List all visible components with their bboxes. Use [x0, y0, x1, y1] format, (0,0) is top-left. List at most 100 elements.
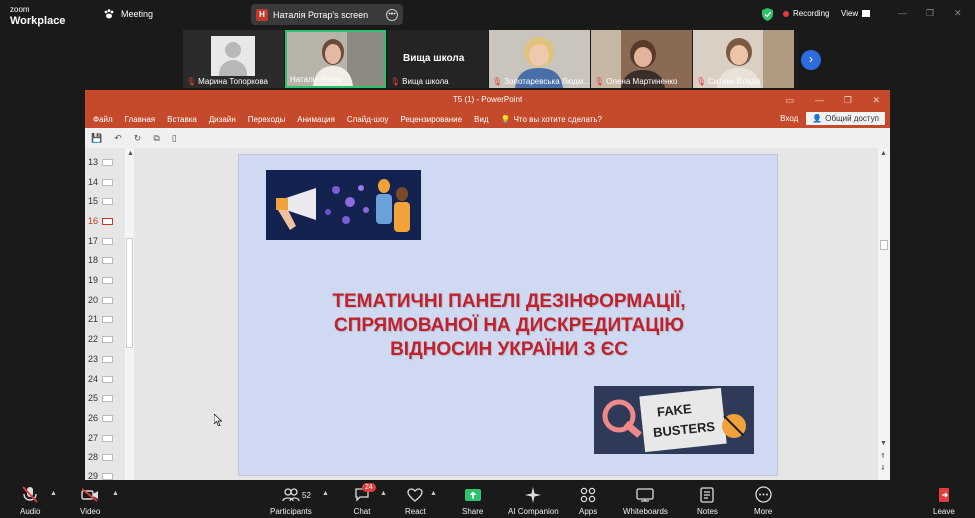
lightbulb-icon: 💡: [500, 114, 511, 124]
slide-thumbnail[interactable]: 18: [88, 254, 114, 266]
leave-button[interactable]: Leave: [933, 486, 955, 516]
audio-options-chevron-icon[interactable]: ▲: [50, 490, 57, 497]
slide-thumbnail[interactable]: 13: [88, 156, 114, 168]
tab-animations[interactable]: Анимация: [297, 115, 335, 124]
participant-name-display: Вища школа: [403, 53, 465, 64]
security-shield-icon[interactable]: [762, 8, 773, 21]
screen-share-label: Наталія Ротар's screen: [273, 9, 369, 20]
ppt-title-bar: Т5 (1) - PowerPoint ▭ — ❐ ✕: [85, 90, 890, 110]
participant-tile[interactable]: 🎙 Золотаревська Людм...: [489, 30, 590, 88]
slide-scrollbar[interactable]: ▲ ▼ ⇑ ⇓: [878, 148, 890, 480]
restore-button[interactable]: ❐: [926, 8, 934, 19]
scroll-up-icon[interactable]: ▲: [880, 150, 887, 157]
ppt-restore-button[interactable]: ❐: [844, 90, 852, 110]
new-document-icon[interactable]: ▯: [172, 133, 177, 144]
slideshow-from-start-icon[interactable]: ⧉: [153, 133, 159, 144]
apps-button[interactable]: Apps: [579, 486, 597, 516]
slide-thumbnail[interactable]: 24: [88, 373, 114, 385]
ribbon-display-icon[interactable]: ▭: [785, 90, 794, 110]
slide-thumbnail[interactable]: 21: [88, 313, 114, 325]
slide-title[interactable]: ТЕМАТИЧНІ ПАНЕЛІ ДЕЗІНФОРМАЦІЇ, СПРЯМОВА…: [279, 290, 739, 362]
participant-tile-active-speaker[interactable]: Наталія Ротар: [285, 30, 386, 88]
participants-icon: [282, 486, 300, 503]
screen-share-indicator[interactable]: H Наталія Ротар's screen •••: [251, 4, 403, 25]
participants-count: 52: [302, 491, 311, 500]
minimize-button[interactable]: —: [898, 8, 907, 18]
scroll-up-icon[interactable]: ▲: [127, 150, 134, 157]
current-slide[interactable]: ТЕМАТИЧНІ ПАНЕЛІ ДЕЗІНФОРМАЦІЇ, СПРЯМОВА…: [238, 154, 778, 476]
participant-tile[interactable]: 🎙 Ситник Влада: [693, 30, 794, 88]
megaphone-disinformation-image: [266, 170, 421, 240]
more-options-icon[interactable]: •••: [386, 8, 398, 21]
slide-thumbnail[interactable]: 27: [88, 432, 114, 444]
chevron-right-icon: ›: [809, 52, 813, 66]
redo-icon[interactable]: ↻: [134, 133, 142, 144]
participant-tile[interactable]: Вища школа 🎙 Вища школа: [387, 30, 488, 88]
thumbnail-scrollbar[interactable]: ▲: [125, 148, 134, 480]
undo-icon[interactable]: ↶: [114, 133, 122, 144]
slide-thumbnail[interactable]: 20: [88, 294, 114, 306]
save-icon[interactable]: 💾: [91, 133, 102, 144]
tab-insert[interactable]: Вставка: [167, 115, 197, 124]
slide-thumbnail[interactable]: 23: [88, 353, 114, 365]
ppt-close-button[interactable]: ✕: [872, 90, 880, 110]
zoom-logo: zoom Workplace: [10, 5, 66, 27]
share-screen-button[interactable]: Share: [462, 486, 483, 516]
video-button[interactable]: Video: [80, 486, 100, 516]
recording-indicator[interactable]: Recording: [783, 9, 829, 18]
react-options-chevron-icon[interactable]: ▲: [430, 490, 437, 497]
ai-companion-button[interactable]: AI Companion: [508, 486, 559, 516]
microphone-muted-icon: [21, 486, 39, 503]
participant-tile[interactable]: 🎙 Олена Мартиненко: [591, 30, 692, 88]
react-button[interactable]: React: [405, 486, 426, 516]
video-options-chevron-icon[interactable]: ▲: [112, 490, 119, 497]
whiteboards-button[interactable]: Whiteboards: [623, 486, 668, 516]
chat-button[interactable]: 24 Chat: [353, 483, 376, 516]
heart-icon: [406, 486, 424, 503]
scroll-down-icon[interactable]: ▼: [880, 440, 887, 447]
next-slide-icon[interactable]: ⇓: [880, 464, 886, 472]
next-participants-button[interactable]: ›: [801, 50, 821, 70]
scrollbar-thumb[interactable]: [880, 240, 888, 250]
slide-thumbnail[interactable]: 14: [88, 176, 114, 188]
mic-muted-icon: 🎙: [696, 77, 707, 86]
slide-thumbnail[interactable]: 29: [88, 470, 114, 480]
participant-tile[interactable]: 🎙 Марина Топоркова: [183, 30, 284, 88]
tab-review[interactable]: Рецензирование: [400, 115, 462, 124]
tell-me-search[interactable]: 💡 Что вы хотите сделать?: [501, 115, 602, 124]
tab-view[interactable]: Вид: [474, 115, 488, 124]
chat-options-chevron-icon[interactable]: ▲: [380, 490, 387, 497]
apps-icon: [579, 486, 597, 503]
previous-slide-icon[interactable]: ⇑: [880, 452, 886, 460]
slide-thumbnail[interactable]: 22: [88, 333, 114, 345]
ppt-minimize-button[interactable]: —: [815, 90, 824, 110]
more-dots-icon: [754, 486, 772, 503]
slide-thumbnail-current[interactable]: 16: [88, 215, 114, 227]
quick-access-toolbar: 💾 ↶ ↻ ⧉ ▯: [85, 128, 890, 148]
close-button[interactable]: ✕: [954, 8, 962, 19]
view-button[interactable]: View: [841, 9, 871, 18]
tab-slideshow[interactable]: Слайд-шоу: [347, 115, 388, 124]
slide-thumbnail[interactable]: 19: [88, 274, 114, 286]
share-button[interactable]: 👤 Общий доступ: [806, 112, 885, 125]
tab-transitions[interactable]: Переходы: [248, 115, 286, 124]
slide-thumbnail[interactable]: 28: [88, 451, 114, 463]
slide-thumbnail[interactable]: 25: [88, 392, 114, 404]
more-button[interactable]: More: [754, 486, 772, 516]
meeting-info-button[interactable]: Meeting: [103, 8, 153, 20]
slide-thumbnail[interactable]: 17: [88, 235, 114, 247]
notes-button[interactable]: Notes: [697, 486, 718, 516]
scrollbar-thumb[interactable]: [126, 238, 133, 348]
share-screen-icon: [464, 486, 482, 503]
audio-button[interactable]: Audio: [20, 486, 40, 516]
ribbon-tabs: Файл Главная Вставка Дизайн Переходы Ани…: [85, 110, 890, 128]
tab-home[interactable]: Главная: [125, 115, 155, 124]
slide-thumbnail[interactable]: 15: [88, 195, 114, 207]
slide-thumbnail[interactable]: 26: [88, 412, 114, 424]
zoom-top-bar: zoom Workplace Meeting H Наталія Ротар's…: [0, 0, 975, 30]
sign-in-link[interactable]: Вход: [780, 114, 798, 123]
tab-design[interactable]: Дизайн: [209, 115, 236, 124]
participants-options-chevron-icon[interactable]: ▲: [322, 490, 329, 497]
mic-muted-icon: 🎙: [492, 77, 503, 86]
tab-file[interactable]: Файл: [93, 115, 113, 124]
